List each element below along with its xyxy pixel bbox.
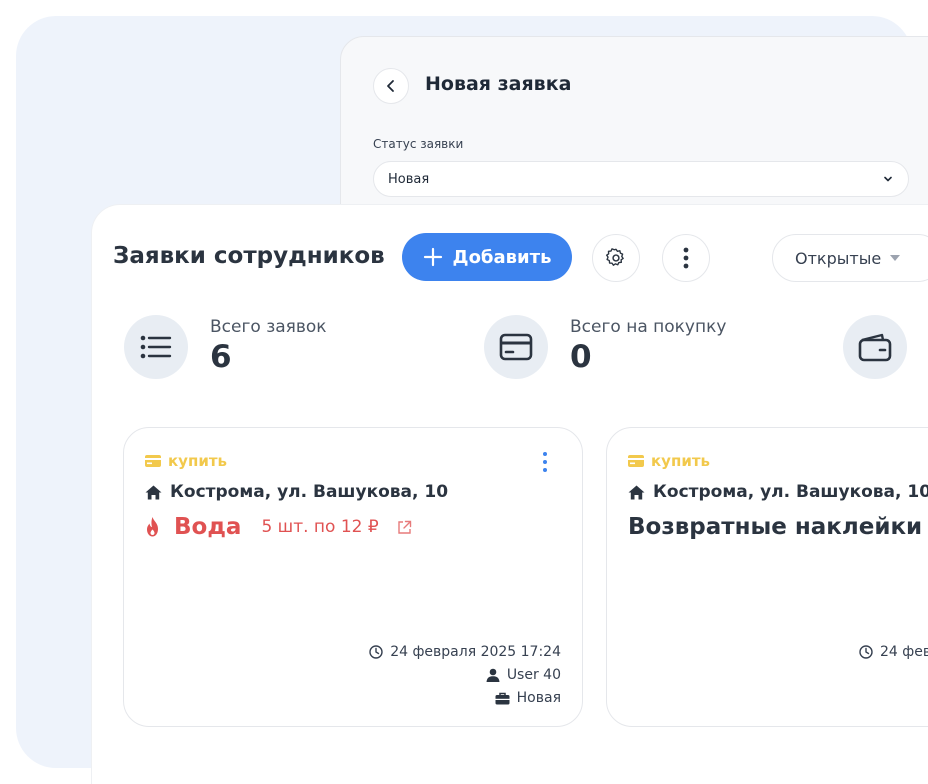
user-icon <box>486 668 500 682</box>
stat-value: 0 <box>570 339 592 375</box>
request-type-label: купить <box>168 452 228 470</box>
request-type-label: купить <box>651 452 711 470</box>
request-user-text: User 40 <box>506 667 561 683</box>
request-address-text: Кострома, ул. Вашукова, 10 <box>170 482 449 502</box>
request-title-row: Вода 5 шт. по 12 ₽ <box>145 514 412 540</box>
stat-total-purchase: Всего на покупку 0 <box>484 315 726 379</box>
add-button-label: Добавить <box>452 246 552 268</box>
request-status: Новая <box>495 690 561 706</box>
stat-label: Всего на покупку <box>570 317 727 337</box>
list-icon <box>124 315 188 379</box>
caret-down-icon <box>890 255 901 261</box>
card-icon <box>628 455 644 467</box>
request-date: 24 февраля 2025 17:24 <box>369 644 561 660</box>
request-name: Возвратные наклейки <box>628 514 923 540</box>
request-type-badge: купить <box>145 452 227 470</box>
page-title: Заявки сотрудников <box>113 243 385 269</box>
request-user: User 40 <box>486 667 561 683</box>
clock-icon <box>859 645 873 659</box>
stat-label: Всего заявок <box>210 317 327 337</box>
home-icon <box>628 485 645 499</box>
chevron-left-icon <box>387 80 394 92</box>
request-quantity: 5 шт. по 12 ₽ <box>261 517 379 537</box>
stat-wallet <box>843 315 928 379</box>
settings-button[interactable] <box>592 234 640 282</box>
add-button[interactable]: Добавить <box>402 233 572 281</box>
wallet-icon <box>843 315 907 379</box>
more-options-button[interactable] <box>662 234 710 282</box>
request-card[interactable]: купить Кострома, ул. Вашукова, 10 Возвра… <box>606 427 928 727</box>
form-title: Новая заявка <box>425 73 572 95</box>
briefcase-icon <box>495 692 510 704</box>
request-status-text: Новая <box>516 690 561 706</box>
stat-value: 6 <box>210 339 232 375</box>
card-icon <box>484 315 548 379</box>
request-menu-button[interactable] <box>538 452 552 472</box>
plus-icon <box>423 247 442 267</box>
gear-icon <box>605 248 624 266</box>
filter-value: Открытые <box>795 248 882 268</box>
request-type-badge: купить <box>628 452 710 470</box>
request-date-text: 24 февраля 2025 17:24 <box>390 644 561 660</box>
status-select[interactable]: Новая <box>373 161 909 197</box>
request-address-text: Кострома, ул. Вашукова, 10 <box>653 482 928 502</box>
status-select-value: Новая <box>388 171 430 187</box>
home-icon <box>145 485 162 499</box>
fire-icon <box>147 517 158 537</box>
vertical-dots-icon <box>683 247 689 269</box>
request-date-text: 24 февраля 2025 17:24 <box>880 644 928 660</box>
stat-total-requests: Всего заявок 6 <box>124 315 327 379</box>
request-date: 24 февраля 2025 17:24 <box>859 644 928 660</box>
chevron-down-icon <box>884 176 892 182</box>
request-name: Вода <box>174 514 242 540</box>
card-icon <box>145 455 161 467</box>
requests-panel: Заявки сотрудников Добавить Открытые Все… <box>92 205 928 784</box>
request-card[interactable]: купить Кострома, ул. Вашукова, 10 Вода 5… <box>123 427 583 727</box>
request-address: Кострома, ул. Вашукова, 10 <box>628 482 928 502</box>
external-link-icon[interactable] <box>397 520 412 535</box>
request-title-row: Возвратные наклейки <box>628 514 922 540</box>
status-label: Статус заявки <box>373 137 464 151</box>
filter-dropdown[interactable]: Открытые <box>772 234 928 282</box>
clock-icon <box>369 645 383 659</box>
request-address: Кострома, ул. Вашукова, 10 <box>145 482 448 502</box>
back-button[interactable] <box>373 68 409 104</box>
